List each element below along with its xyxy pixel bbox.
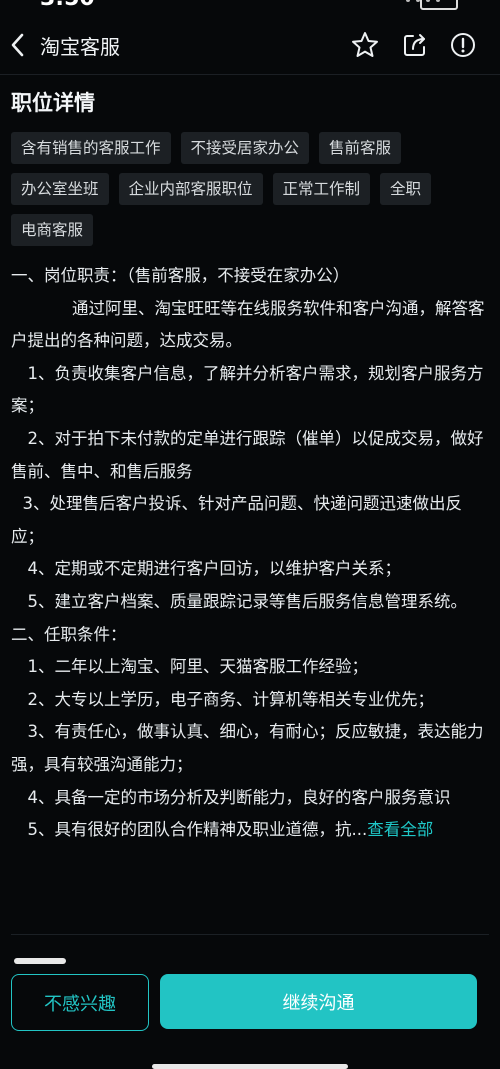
tag: 不接受居家办公 (180, 132, 310, 164)
description-line: 5、具有很好的团队合作精神及职业道德，抗...查看全部 (11, 814, 491, 847)
drag-handle (14, 958, 66, 964)
tag: 售前客服 (319, 132, 402, 164)
tag: 企业内部客服职位 (118, 173, 263, 205)
battery-icon (420, 0, 458, 10)
description-line: 4、具备一定的市场分析及判断能力，良好的客户服务意识 (27, 787, 451, 807)
description-line: 2、对于拍下未付款的定单进行跟踪（催单）以促成交易，做好售前、售中、和售后服务 (11, 428, 484, 481)
description-last-line: 5、具有很好的团队合作精神及职业道德，抗... (27, 820, 368, 840)
description-line: 2、大专以上学历，电子商务、计算机等相关专业优先； (27, 689, 435, 709)
not-interested-button[interactable]: 不感兴趣 (11, 974, 149, 1031)
tag-row: 含有销售的客服工作 不接受居家办公 售前客服 (11, 132, 402, 164)
job-description: 一、岗位职责：（售前客服，不接受在家办公） 通过阿里、淘宝旺旺等在线服务软件和客… (11, 260, 491, 847)
home-indicator (152, 1064, 348, 1069)
tag-row: 电商客服 (11, 214, 94, 246)
description-line: 1、二年以上淘宝、阿里、天猫客服工作经验； (27, 657, 369, 677)
top-nav-bar: 淘宝客服 (0, 18, 500, 75)
status-bar: 3:50 (0, 0, 500, 14)
tag-row: 办公室坐班 企业内部客服职位 正常工作制 全职 (11, 173, 432, 205)
view-all-link[interactable]: 查看全部 (367, 820, 433, 839)
tag: 含有销售的客服工作 (11, 132, 171, 164)
status-time: 3:50 (40, 0, 95, 11)
description-line: 3、处理售后客户投诉、针对产品问题、快递问题迅速做出反应； (11, 494, 463, 546)
tag: 正常工作制 (272, 173, 371, 205)
continue-chat-button[interactable]: 继续沟通 (160, 974, 477, 1029)
page-title: 淘宝客服 (40, 35, 120, 59)
description-line: 4、定期或不定期进行客户回访，以维护客户关系； (27, 559, 402, 579)
description-line: 二、任职条件： (11, 624, 127, 644)
section-title: 职位详情 (11, 91, 95, 115)
description-line: 1、负责收集客户信息，了解并分析客户需求，规划客户服务方案； (11, 363, 484, 416)
description-line: 一、岗位职责：（售前客服，不接受在家办公） (11, 266, 350, 285)
divider (11, 934, 489, 935)
tag: 全职 (380, 173, 432, 205)
description-line: 5、建立客户档案、质量跟踪记录等售后服务信息管理系统。 (27, 591, 468, 611)
description-line: 通过阿里、淘宝旺旺等在线服务软件和客户沟通，解答客户提出的各种问题，达成交易。 (11, 298, 485, 351)
back-chevron-icon[interactable] (6, 30, 32, 60)
tag: 办公室坐班 (11, 173, 109, 205)
tag: 电商客服 (11, 214, 94, 246)
star-icon[interactable] (350, 30, 380, 60)
report-warning-icon[interactable] (448, 30, 478, 60)
share-icon[interactable] (400, 30, 430, 60)
description-line: 3、有责任心，做事认真、细心，有耐心；反应敏捷，表达能力强，具有较强沟通能力； (11, 722, 484, 774)
